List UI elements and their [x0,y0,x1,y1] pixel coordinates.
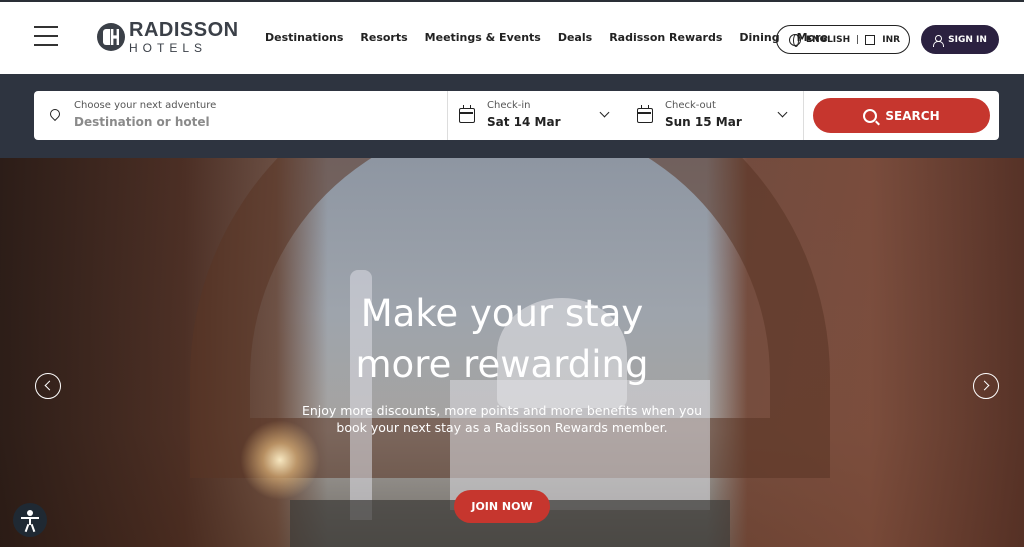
radisson-logo[interactable]: RADISSON HOTELS [97,20,239,54]
search-button-label: SEARCH [885,108,940,123]
separator: | [856,34,860,45]
divider [803,91,804,140]
nav-deals[interactable]: Deals [558,31,592,44]
check-in-label: Check-in [487,100,531,111]
search-icon [863,108,878,123]
search-button[interactable]: SEARCH [813,98,990,133]
language-label: ENGLISH [806,34,851,45]
location-pin-icon [50,109,60,121]
check-in-field[interactable]: Check-in Sat 14 Mar [447,91,625,140]
language-currency-button[interactable]: ENGLISH | INR [776,25,910,54]
destination-input[interactable] [74,115,404,129]
nav-dining[interactable]: Dining [739,31,779,44]
search-band: Choose your next adventure Check-in Sat … [0,74,1024,158]
currency-icon [865,34,876,45]
chevron-left-icon[interactable] [35,373,61,399]
nav-radisson-rewards[interactable]: Radisson Rewards [609,31,722,44]
nav-resorts[interactable]: Resorts [360,31,407,44]
calendar-icon [459,105,475,123]
destination-field[interactable]: Choose your next adventure [34,91,447,140]
chevron-down-icon[interactable] [599,107,610,118]
check-out-value: Sun 15 Mar [665,115,742,129]
check-out-field[interactable]: Check-out Sun 15 Mar [625,91,803,140]
calendar-icon [637,105,653,123]
globe-icon [789,33,801,47]
site-header: RADISSON HOTELS Destinations Resorts Mee… [0,0,1024,74]
currency-label: INR [882,34,901,45]
nav-destinations[interactable]: Destinations [265,31,343,44]
check-out-label: Check-out [665,100,716,111]
hero-title-line1: Make your stay [360,292,644,335]
sign-in-button[interactable]: SIGN IN [921,25,999,54]
sign-in-label: SIGN IN [948,34,987,45]
join-now-button[interactable]: JOIN NOW [454,490,550,523]
logo-wordmark-bottom: HOTELS [129,41,208,55]
logo-wordmark-top: RADISSON [129,19,239,41]
hero-subtitle: Enjoy more discounts, more points and mo… [301,403,703,435]
accessibility-icon[interactable] [13,503,47,537]
hero-title-line2: more rewarding [355,343,649,386]
main-nav: Destinations Resorts Meetings & Events D… [265,31,845,44]
logo-mark-icon [97,23,125,51]
check-in-value: Sat 14 Mar [487,115,561,129]
nav-meetings-events[interactable]: Meetings & Events [425,31,541,44]
user-icon [933,34,945,47]
hero-title: Make your stay more rewarding [0,288,1004,390]
chevron-down-icon[interactable] [777,107,788,118]
menu-icon[interactable] [34,26,58,48]
destination-label: Choose your next adventure [74,100,217,111]
chevron-right-icon[interactable] [973,373,999,399]
booking-search-bar: Choose your next adventure Check-in Sat … [34,91,999,140]
